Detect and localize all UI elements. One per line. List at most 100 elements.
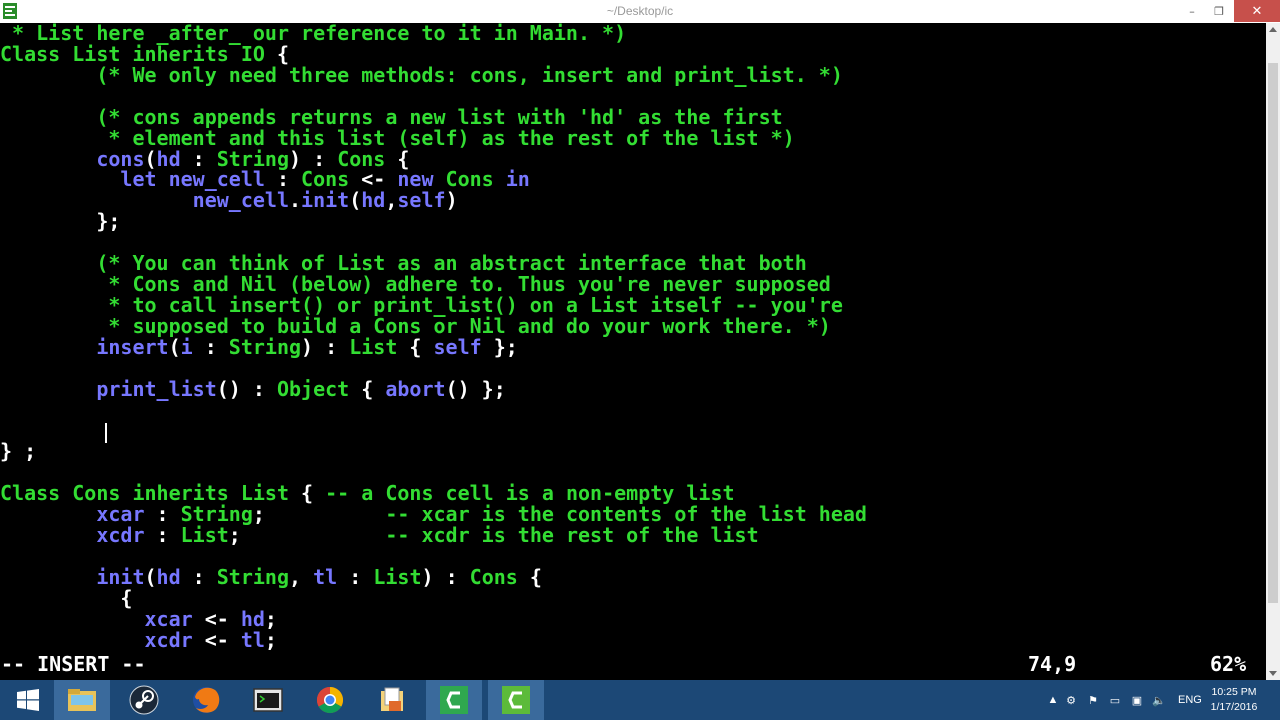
maximize-button[interactable]: ❐ (1206, 0, 1232, 22)
code-token: ( (349, 188, 362, 213)
code-line[interactable]: } ; (0, 441, 36, 462)
code-token: -- xcdr is the rest of the list (385, 523, 759, 548)
scroll-up-arrow-icon[interactable] (1269, 27, 1277, 32)
code-line[interactable]: * element and this list (self) as the re… (0, 127, 794, 149)
code-line[interactable]: * List here _after_ our reference to it … (0, 23, 626, 44)
camtasia-icon (502, 686, 530, 714)
clock-time: 10:25 PM (1211, 686, 1257, 698)
document-folder-icon (381, 687, 403, 711)
taskbar-clock[interactable]: 10:25 PM 1/17/2016 (1204, 685, 1264, 715)
code-token: abort (385, 376, 446, 401)
code-line[interactable]: { (0, 587, 132, 609)
code-token: xcdr (0, 627, 193, 652)
show-hidden-icons-icon[interactable]: ▲ (1046, 694, 1060, 706)
flag-icon[interactable]: ⚑ (1082, 694, 1104, 707)
code-line[interactable]: xcdr <- tl; (0, 627, 277, 652)
taskbar-chrome[interactable] (302, 680, 358, 720)
code-line[interactable]: Class List inherits IO { (0, 43, 289, 65)
code-line[interactable]: * to call insert() or print_list() on a … (0, 294, 843, 316)
code-token: ) : (301, 334, 350, 359)
window-title: ~/Desktop/ic (606, 4, 674, 18)
taskbar-camtasia-2[interactable] (488, 680, 544, 720)
code-token: self (433, 334, 482, 359)
code-line[interactable]: (* You can think of List as an abstract … (0, 253, 806, 274)
network-tray-icon[interactable]: ⚙ (1060, 694, 1082, 707)
code-token: { (397, 334, 434, 359)
vim-status-line: -- INSERT -- 74,9 62% (0, 654, 1266, 675)
display-icon[interactable]: ▣ (1126, 694, 1148, 707)
code-line[interactable]: new_cell.init(hd,self) (0, 190, 458, 211)
code-token: : (144, 523, 181, 548)
code-line[interactable]: print_list() : Object { abort() }; (0, 376, 506, 401)
code-token: List (373, 564, 422, 589)
code-line[interactable]: * supposed to build a Cons or Nil and do… (0, 315, 830, 337)
code-token: () }; (445, 376, 506, 401)
code-token: i (180, 334, 193, 359)
code-token: : (337, 564, 374, 589)
code-line[interactable]: * Cons and Nil (below) adhere to. Thus y… (0, 274, 830, 295)
taskbar-steam[interactable] (116, 680, 172, 720)
language-indicator[interactable]: ENG (1178, 694, 1202, 706)
code-token: (* We only need three methods: cons, ins… (0, 62, 843, 87)
code-line[interactable]: Class Cons inherits List { -- a Cons cel… (0, 483, 735, 504)
vertical-scrollbar[interactable] (1266, 23, 1280, 680)
code-token: , (385, 188, 398, 213)
code-line[interactable]: xcar <- hd; (0, 608, 276, 630)
taskbar-camtasia-1[interactable] (426, 680, 482, 720)
taskbar-file-explorer[interactable] (54, 680, 110, 720)
code-line[interactable]: (* We only need three methods: cons, ins… (0, 62, 843, 87)
code-token: Object (276, 376, 350, 401)
code-token: in (505, 167, 530, 192)
code-line[interactable]: (* cons appends returns a new list with … (0, 106, 782, 128)
mode-indicator: -- INSERT -- (1, 652, 146, 676)
code-token: insert (0, 334, 169, 359)
code-token: () : (216, 376, 277, 401)
code-token: } ; (0, 439, 37, 464)
code-token: hd (361, 188, 386, 213)
code-token: ; (264, 627, 277, 652)
start-button[interactable] (0, 680, 56, 720)
code-token: ( (168, 334, 181, 359)
taskbar-firefox[interactable] (178, 680, 234, 720)
code-token: xcdr (0, 523, 145, 548)
code-token: ; (228, 523, 386, 548)
firefox-icon (193, 687, 220, 713)
code-token: . (288, 188, 302, 213)
code-token: tl (240, 627, 265, 652)
monitor-icon[interactable]: ▭ (1104, 694, 1126, 707)
camtasia-icon (440, 686, 468, 714)
code-line[interactable]: xcar : String; -- xcar is the contents o… (0, 504, 867, 525)
code-token: Cons (469, 564, 518, 589)
code-token: init (301, 188, 350, 213)
code-token: : (180, 564, 217, 589)
steam-icon (129, 685, 159, 715)
code-token: List (349, 334, 398, 359)
code-token: ) (445, 188, 458, 213)
code-token: hd (156, 564, 181, 589)
scrollbar-thumb[interactable] (1268, 63, 1278, 603)
taskbar-file-manager[interactable] (364, 680, 420, 720)
chrome-icon (316, 686, 344, 714)
code-token: }; (481, 334, 518, 359)
cursor-position: 74,9 (1028, 652, 1077, 676)
code-line[interactable]: let new_cell : Cons <- new Cons in (0, 167, 530, 192)
code-token: { (349, 376, 386, 401)
close-button[interactable]: ✕ (1234, 0, 1280, 22)
code-line[interactable]: xcdr : List; -- xcdr is the rest of the … (0, 523, 759, 548)
system-tray: ▲ ⚙ ⚑ ▭ ▣ 🔈 ENG (1046, 680, 1202, 720)
code-line[interactable]: init(hd : String, tl : List) : Cons { (0, 564, 542, 589)
code-line[interactable]: cons(hd : String) : Cons { (0, 148, 409, 170)
code-token: , (289, 564, 314, 589)
terminal-icon (253, 688, 283, 712)
window-titlebar[interactable]: ~/Desktop/ic – ❐ ✕ (0, 0, 1280, 24)
volume-icon[interactable]: 🔈 (1148, 694, 1170, 707)
code-line[interactable]: insert(i : String) : List { self }; (0, 334, 518, 359)
taskbar-terminal[interactable] (240, 680, 296, 720)
code-line[interactable]: }; (0, 211, 120, 232)
windows-taskbar: ▲ ⚙ ⚑ ▭ ▣ 🔈 ENG 10:25 PM 1/17/2016 (0, 680, 1280, 720)
scroll-down-arrow-icon[interactable] (1269, 671, 1277, 676)
code-editor[interactable]: * List here _after_ our reference to it … (0, 23, 1266, 655)
clock-date: 1/17/2016 (1210, 701, 1258, 713)
minimize-button[interactable]: – (1178, 0, 1206, 22)
code-token: tl (313, 564, 338, 589)
